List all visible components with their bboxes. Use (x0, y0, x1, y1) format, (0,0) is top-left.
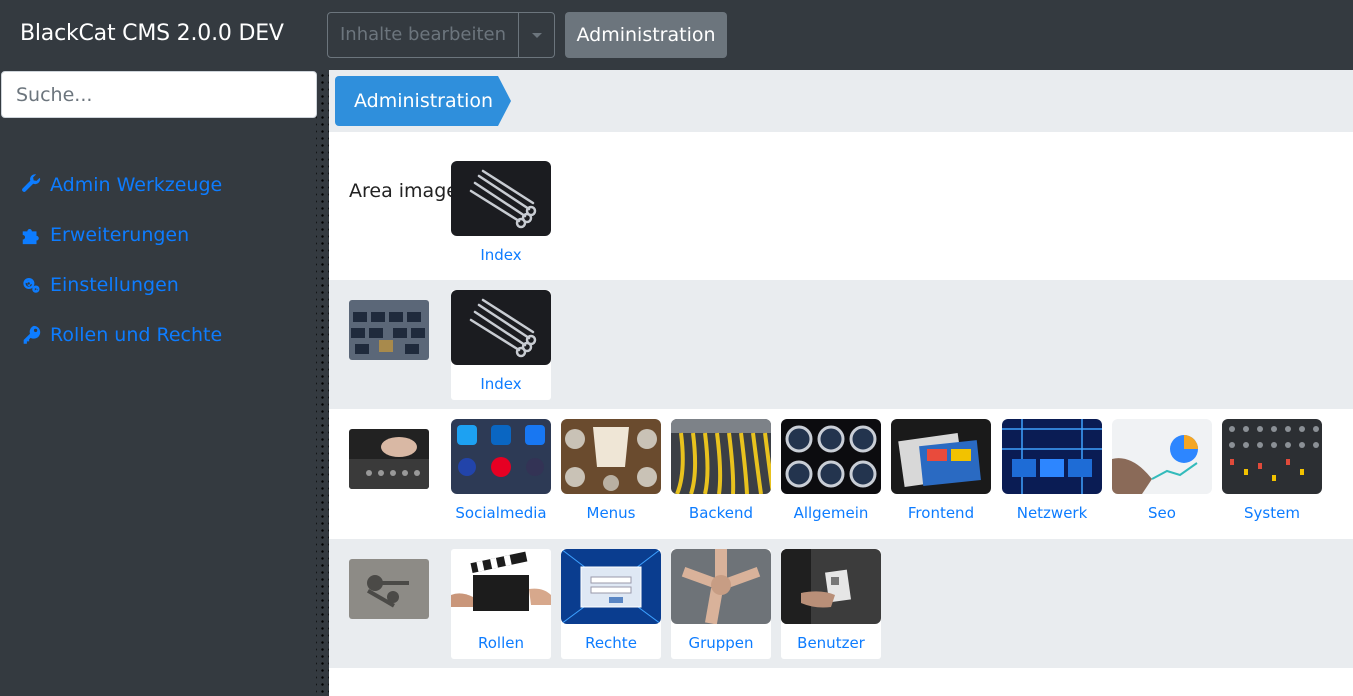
team-hands-thumbnail (671, 549, 771, 624)
administration-button[interactable]: Administration (565, 12, 727, 58)
brand-title[interactable]: BlackCat CMS 2.0.0 DEV (20, 21, 284, 46)
login-dialog-thumbnail (561, 549, 661, 624)
tile-allgemein[interactable]: Allgemein (781, 419, 881, 529)
tile-label: Allgemein (793, 504, 869, 522)
tile-label: Rollen (478, 634, 524, 652)
sidebar-item-label: Erweiterungen (50, 224, 190, 246)
solar-panels-area-image (349, 300, 429, 360)
sidebar-item-label: Admin Werkzeuge (50, 174, 223, 196)
area-row-3: Socialmedia Menus Backend Allgemein Fron… (329, 409, 1353, 539)
tile-label: Seo (1148, 504, 1176, 522)
tile-benutzer[interactable]: Benutzer (781, 549, 881, 659)
tile-label: Menus (586, 504, 636, 522)
edit-content-dropdown[interactable]: Inhalte bearbeiten (327, 12, 555, 58)
chevron-down-icon[interactable] (519, 13, 554, 57)
mixing-desk-area-image (349, 429, 429, 489)
tile-label: Netzwerk (1016, 504, 1088, 522)
tile-label: Index (480, 246, 522, 264)
tile-backend[interactable]: Backend (671, 419, 771, 529)
data-center-thumbnail (1002, 419, 1102, 494)
tile-label: Socialmedia (455, 504, 547, 522)
tile-frontend[interactable]: Frontend (891, 419, 991, 529)
area-image-label: Area image (349, 180, 458, 202)
wrench-set-thumbnail (451, 290, 551, 365)
puzzle-icon (22, 229, 39, 245)
analytics-thumbnail (1112, 419, 1212, 494)
tile-label: System (1244, 504, 1300, 522)
search-input[interactable] (1, 71, 317, 118)
social-apps-thumbnail (451, 419, 551, 494)
tile-label: Frontend (907, 504, 975, 522)
area-row-1: Area image Index (329, 132, 1353, 280)
id-badge-thumbnail (781, 549, 881, 624)
tile-label: Benutzer (797, 634, 865, 652)
tile-label: Gruppen (688, 634, 754, 652)
sidebar-resize-handle[interactable] (316, 70, 329, 696)
sidebar-item-label: Einstellungen (50, 274, 179, 296)
cogs-icon (23, 277, 40, 293)
menu-plates-thumbnail (561, 419, 661, 494)
area-row-2: Index (329, 280, 1353, 409)
tile-rollen[interactable]: Rollen (451, 549, 551, 659)
tile-index[interactable]: Index (451, 161, 551, 271)
tile-socialmedia[interactable]: Socialmedia (451, 419, 551, 529)
breadcrumb[interactable]: Administration (335, 76, 511, 126)
tile-gruppen[interactable]: Gruppen (671, 549, 771, 659)
area-row-4: Rollen Rechte Gruppen Benutzer (329, 539, 1353, 668)
tile-label: Index (480, 375, 522, 393)
wrench-set-thumbnail (451, 161, 551, 236)
tile-seo[interactable]: Seo (1112, 419, 1212, 529)
tile-netzwerk[interactable]: Netzwerk (1002, 419, 1102, 529)
tile-menus[interactable]: Menus (561, 419, 661, 529)
tile-system[interactable]: System (1222, 419, 1322, 529)
wrench-icon (22, 174, 41, 192)
edit-content-dropdown-label[interactable]: Inhalte bearbeiten (328, 13, 519, 57)
sidebar-item-admin-tools[interactable]: Admin Werkzeuge (20, 160, 222, 210)
keys-area-image (349, 559, 429, 619)
sidebar-nav: Admin Werkzeuge Erweiterungen Einstellun… (20, 160, 222, 360)
tile-label: Rechte (585, 634, 637, 652)
sidebar-item-roles-rights[interactable]: Rollen und Rechte (20, 310, 222, 360)
screen-thumbnail (891, 419, 991, 494)
sidebar-item-label: Rollen und Rechte (50, 324, 223, 346)
sidebar-item-settings[interactable]: Einstellungen (20, 260, 222, 310)
sidebar-item-extensions[interactable]: Erweiterungen (20, 210, 222, 260)
clapperboard-thumbnail (451, 549, 551, 624)
tile-label: Backend (688, 504, 754, 522)
tile-index[interactable]: Index (451, 290, 551, 400)
network-cables-thumbnail (671, 419, 771, 494)
tile-rechte[interactable]: Rechte (561, 549, 661, 659)
world-clocks-thumbnail (781, 419, 881, 494)
control-panel-thumbnail (1222, 419, 1322, 494)
key-icon (23, 325, 41, 344)
